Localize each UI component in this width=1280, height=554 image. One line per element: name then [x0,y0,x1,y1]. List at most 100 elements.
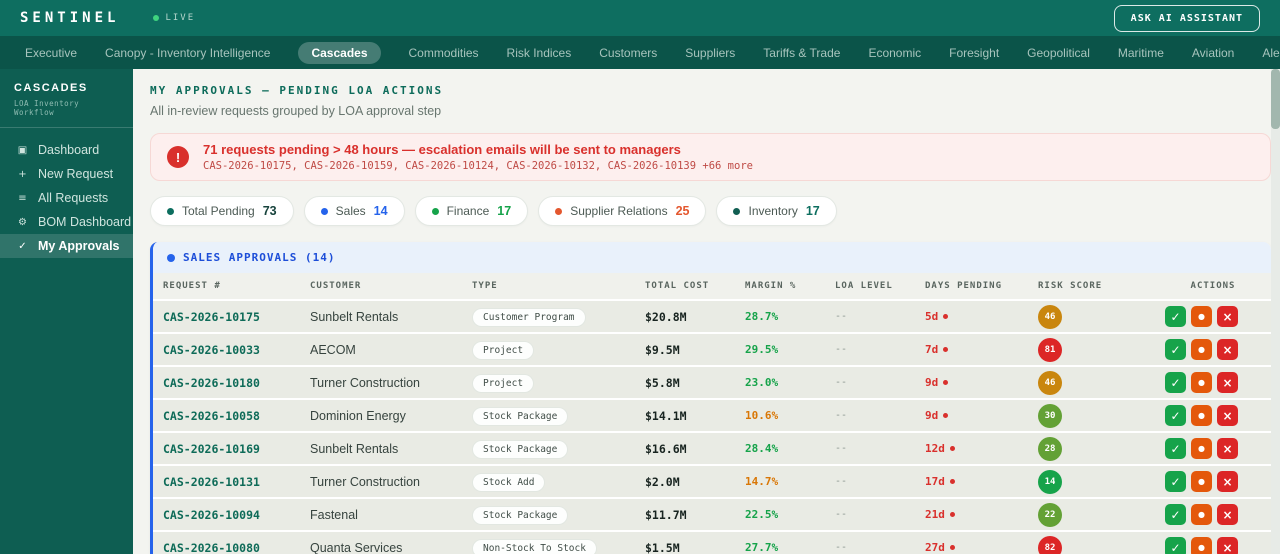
sidebar-item-all-requests[interactable]: ≡ All Requests [0,186,133,210]
days-pending: 9d [915,409,1028,422]
type-badge: Non-Stock To Stock [472,538,597,554]
customer-name: AECOM [310,342,356,357]
days-pending: 5d [915,310,1028,323]
column-header-actions: ACTIONS [1190,281,1236,291]
total-cost: $2.0M [645,474,680,489]
alert-detail: CAS-2026-10175, CAS-2026-10159, CAS-2026… [203,160,753,172]
nav-tab-aviation[interactable]: Aviation [1192,46,1234,60]
nav-tab-foresight[interactable]: Foresight [949,46,999,60]
type-cell: Project [462,373,635,393]
days-pending: 12d [915,442,1028,455]
approve-button[interactable]: ✓ [1165,405,1186,426]
customer-name: Turner Construction [310,375,420,390]
scrollbar[interactable] [1271,69,1280,554]
filter-chip-sales[interactable]: Sales 14 [303,196,405,226]
reject-button[interactable]: × [1217,537,1238,554]
table-row-cas-2026-10094: CAS-2026-10094 Fastenal Stock Package $11.7… [153,499,1271,532]
request-id: CAS-2026-10094 [163,507,260,522]
margin-percent: 27.7% [745,541,779,554]
total-cost: $9.5M [645,342,680,357]
type-cell: Stock Package [462,505,635,525]
hold-button[interactable]: ● [1191,339,1212,360]
sidebar-item-dashboard[interactable]: ▣ Dashboard [0,138,133,162]
nav-tab-customers[interactable]: Customers [599,46,657,60]
days-value: 12d [925,442,945,455]
nav-tab-suppliers[interactable]: Suppliers [685,46,735,60]
reject-button[interactable]: × [1217,504,1238,525]
sidebar-item-my-approvals[interactable]: ✓ My Approvals [0,234,133,258]
overdue-dot-icon [943,380,949,385]
nav-tab-cascades[interactable]: Cascades [298,41,381,64]
nav-tab-executive[interactable]: Executive [25,46,77,60]
days-pending: 21d [915,508,1028,521]
filter-chip-total-pending[interactable]: Total Pending 73 [150,196,294,226]
hold-button[interactable]: ● [1191,504,1212,525]
nav-tab-tariffs-trade[interactable]: Tariffs & Trade [763,46,840,60]
nav-tab-economic[interactable]: Economic [868,46,921,60]
approve-button[interactable]: ✓ [1165,471,1186,492]
table-row-cas-2026-10175: CAS-2026-10175 Sunbelt Rentals Customer Pr… [153,301,1271,334]
request-id: CAS-2026-10169 [163,441,260,456]
hold-button[interactable]: ● [1191,372,1212,393]
hold-button[interactable]: ● [1191,405,1212,426]
scrollbar-thumb[interactable] [1271,69,1280,129]
nav-tab-alerts[interactable]: Alerts [1262,46,1280,60]
chip-label: Total Pending [182,204,255,218]
type-cell: Non-Stock To Stock [462,538,635,554]
reject-button[interactable]: × [1217,339,1238,360]
sales-dot-icon [320,207,328,215]
column-header-request: REQUEST # [163,281,221,291]
alert-exclamation-icon: ! [167,146,189,168]
column-header-customer: CUSTOMER [310,281,362,291]
filter-chip-finance[interactable]: Finance 17 [414,196,529,226]
total-cost: $20.8M [645,309,687,324]
loa-level: -- [835,311,848,322]
request-id: CAS-2026-10058 [163,408,260,423]
filter-chip-inventory[interactable]: Inventory 17 [716,196,837,226]
alert-text: 71 requests pending > 48 hours — escalat… [203,142,753,172]
nav-tab-maritime[interactable]: Maritime [1118,46,1164,60]
sidebar-item-new-request[interactable]: + New Request [0,162,133,186]
chip-label: Finance [446,204,490,218]
column-header-risk-score: RISK SCORE [1038,281,1103,291]
sidebar-title: CASCADES [14,82,88,94]
nav-tab-geopolitical[interactable]: Geopolitical [1027,46,1090,60]
approve-button[interactable]: ✓ [1165,438,1186,459]
filter-chip-supplier-relations[interactable]: Supplier Relations 25 [538,196,707,226]
ask-ai-assistant-button[interactable]: ASK AI ASSISTANT [1113,4,1260,32]
reject-button[interactable]: × [1217,372,1238,393]
request-id: CAS-2026-10131 [163,474,260,489]
total-cost: $1.5M [645,540,680,554]
live-label: LIVE [165,13,196,23]
reject-button[interactable]: × [1217,405,1238,426]
supplier-relations-dot-icon [555,207,563,215]
margin-percent: 28.7% [745,310,779,323]
risk-cell: 46 [1028,304,1155,329]
hold-button[interactable]: ● [1191,471,1212,492]
nav-tab-risk-indices[interactable]: Risk Indices [507,46,572,60]
reject-button[interactable]: × [1217,471,1238,492]
approve-button[interactable]: ✓ [1165,537,1186,554]
overdue-dot-icon [949,545,955,550]
hold-button[interactable]: ● [1191,537,1212,554]
hold-button[interactable]: ● [1191,306,1212,327]
reject-button[interactable]: × [1217,438,1238,459]
margin-percent: 10.6% [745,409,779,422]
nav-tab-commodities[interactable]: Commodities [409,46,479,60]
approve-button[interactable]: ✓ [1165,306,1186,327]
approve-button[interactable]: ✓ [1165,339,1186,360]
days-value: 9d [925,409,939,422]
customer-name: Sunbelt Rentals [310,309,399,324]
table-row-cas-2026-10033: CAS-2026-10033 AECOM Project $9.5M 29.5% -- 7d… [153,334,1271,367]
approve-button[interactable]: ✓ [1165,372,1186,393]
nav-tab-canopy-inventory-intelligence[interactable]: Canopy - Inventory Intelligence [105,46,270,60]
section-dot-icon [167,253,175,262]
hold-button[interactable]: ● [1191,438,1212,459]
total-cost: $14.1M [645,408,687,423]
total-cost: $16.6M [645,441,687,456]
chip-label: Sales [335,204,366,218]
approve-button[interactable]: ✓ [1165,504,1186,525]
reject-button[interactable]: × [1217,306,1238,327]
sidebar-item-bom-dashboard[interactable]: ⚙ BOM Dashboard [0,210,133,234]
table-row-cas-2026-10180: CAS-2026-10180 Turner Construction Project… [153,367,1271,400]
